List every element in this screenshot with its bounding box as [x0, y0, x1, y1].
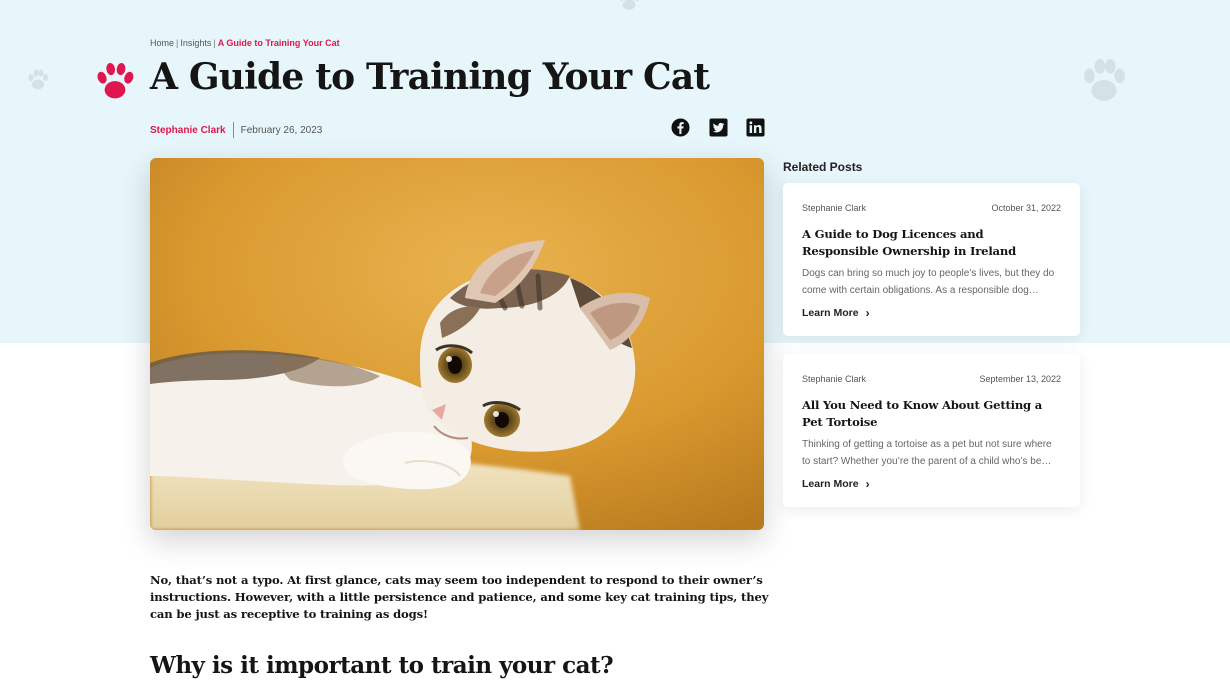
author-link[interactable]: Stephanie Clark [150, 125, 226, 136]
card-author: Stephanie Clark [802, 203, 867, 213]
breadcrumb: Home | Insights | A Guide to Training Your C… [150, 38, 340, 48]
chevron-right-icon: › [865, 306, 870, 320]
linkedin-icon[interactable] [746, 118, 765, 137]
breadcrumb-home-link[interactable]: Home [150, 38, 174, 48]
section-heading: Why is it important to train your cat? [150, 652, 614, 679]
card-title[interactable]: All You Need to Know About Getting a Pet… [802, 397, 1061, 431]
card-excerpt: Thinking of getting a tortoise as a pet … [802, 439, 1052, 467]
card-date: October 31, 2022 [991, 203, 1061, 213]
card-date: September 13, 2022 [979, 374, 1061, 384]
learn-more-link[interactable]: Learn More › [802, 307, 1061, 319]
learn-more-link[interactable]: Learn More › [802, 478, 1061, 490]
learn-more-label: Learn More [802, 307, 859, 319]
breadcrumb-insights-link[interactable]: Insights [180, 38, 211, 48]
card-excerpt: Dogs can bring so much joy to people’s l… [802, 268, 1055, 296]
card-meta: Stephanie Clark October 31, 2022 [802, 203, 1061, 213]
page-title: A Guide to Training Your Cat [150, 56, 710, 98]
card-author: Stephanie Clark [802, 374, 867, 384]
hero-image [150, 158, 764, 530]
twitter-icon[interactable] [709, 118, 728, 137]
article-intro: No, that’s not a typo. At first glance, … [150, 573, 769, 621]
facebook-icon[interactable] [671, 118, 690, 137]
related-posts-heading: Related Posts [783, 160, 863, 174]
post-date: February 26, 2023 [240, 124, 323, 136]
paw-logo-icon [96, 62, 134, 107]
paw-print-icon [1081, 56, 1127, 106]
breadcrumb-current: A Guide to Training Your Cat [217, 38, 340, 48]
paw-print-icon [614, 0, 644, 12]
paw-print-icon [27, 68, 49, 92]
card-title[interactable]: A Guide to Dog Licences and Responsible … [802, 226, 1061, 260]
card-meta: Stephanie Clark September 13, 2022 [802, 374, 1061, 384]
learn-more-label: Learn More [802, 478, 859, 490]
related-post-card[interactable]: Stephanie Clark October 31, 2022 A Guide… [783, 183, 1080, 336]
post-meta: Stephanie Clark February 26, 2023 [150, 122, 322, 138]
related-post-card[interactable]: Stephanie Clark September 13, 2022 All Y… [783, 354, 1080, 507]
chevron-right-icon: › [865, 477, 870, 491]
meta-divider [232, 122, 234, 138]
